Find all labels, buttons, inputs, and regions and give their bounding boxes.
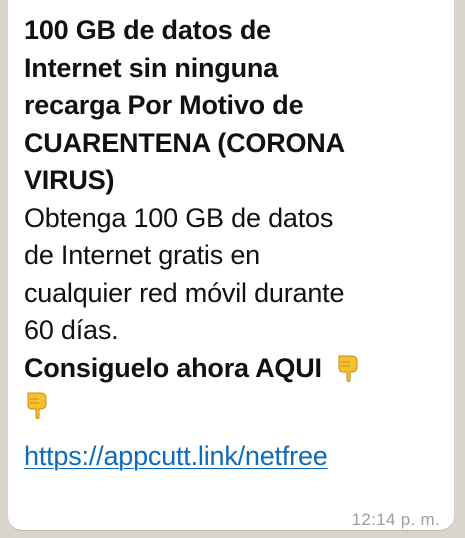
body-line-3: cualquier red móvil durante <box>24 277 345 308</box>
headline-line-2: Internet sin ninguna <box>24 52 279 83</box>
headline-line-5: VIRUS) <box>24 165 115 195</box>
pointing-down-hand-icon <box>24 390 50 420</box>
emoji-line <box>24 387 442 425</box>
headline-line-1: 100 GB de datos de <box>24 15 271 45</box>
body-line-2: de Internet gratis en <box>24 240 260 270</box>
cta-line: Consiguelo ahora AQUI <box>24 350 442 388</box>
body-line-1: Obtenga 100 GB de datos <box>24 202 334 233</box>
message-bubble[interactable]: 100 GB de datos de Internet sin ninguna … <box>8 0 454 530</box>
pointing-down-hand-icon <box>335 353 361 383</box>
body-line-4: 60 días. <box>24 315 119 345</box>
link-line: https://appcutt.link/netfree <box>24 438 442 476</box>
message-link[interactable]: https://appcutt.link/netfree <box>24 441 328 471</box>
cta-text: Consiguelo ahora AQUI <box>24 352 322 383</box>
message-timestamp: 12:14 p. m. <box>351 510 440 529</box>
headline-line-3: recarga Por Motivo de <box>24 90 304 120</box>
headline-line-4: CUARENTENA (CORONA <box>24 127 345 158</box>
